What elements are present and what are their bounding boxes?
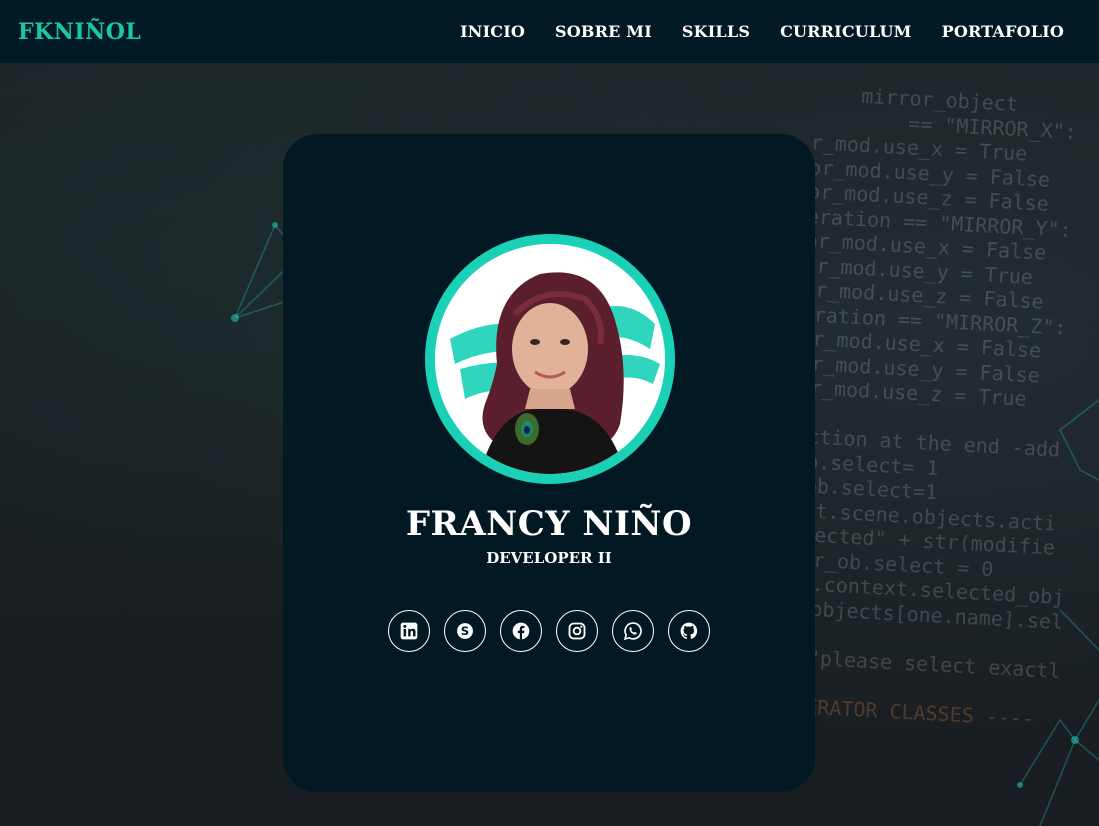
- instagram-button[interactable]: [556, 610, 598, 652]
- nav-item-portafolio[interactable]: PORTAFOLIO: [942, 22, 1064, 41]
- linkedin-button[interactable]: [388, 610, 430, 652]
- nav-item-skills[interactable]: SKILLS: [682, 22, 750, 41]
- whatsapp-icon: [623, 622, 642, 641]
- social-links: S: [388, 610, 710, 652]
- nav-item-curriculum[interactable]: CURRICULUM: [780, 22, 912, 41]
- nav-item-sobre-mi[interactable]: SOBRE MI: [555, 22, 652, 41]
- facebook-button[interactable]: [500, 610, 542, 652]
- facebook-icon: [512, 622, 530, 640]
- main-nav: INICIO SOBRE MI SKILLS CURRICULUM PORTAF…: [460, 22, 1064, 41]
- instagram-icon: [568, 622, 586, 640]
- skype-button[interactable]: S: [444, 610, 486, 652]
- svg-text:S: S: [461, 624, 469, 638]
- github-icon: [680, 622, 698, 639]
- linkedin-icon: [400, 622, 418, 640]
- skype-icon: S: [457, 623, 473, 639]
- profile-card: FRANCY NIÑO DEVELOPER II S: [283, 134, 815, 792]
- top-navbar: FKNIÑOL INICIO SOBRE MI SKILLS CURRICULU…: [0, 0, 1099, 63]
- profile-role: DEVELOPER II: [486, 549, 612, 567]
- nav-item-inicio[interactable]: INICIO: [460, 22, 525, 41]
- profile-photo: [435, 244, 665, 474]
- avatar-ring: [425, 234, 675, 484]
- profile-name: FRANCY NIÑO: [405, 504, 693, 544]
- github-button[interactable]: [668, 610, 710, 652]
- avatar: [435, 244, 665, 474]
- whatsapp-button[interactable]: [612, 610, 654, 652]
- brand-logo[interactable]: FKNIÑOL: [18, 19, 141, 45]
